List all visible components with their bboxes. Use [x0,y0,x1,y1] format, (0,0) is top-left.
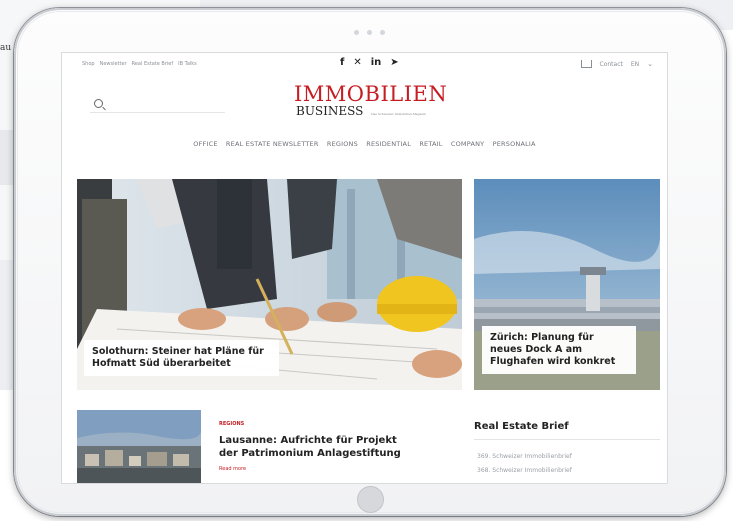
nav-item-personalia[interactable]: PERSONALIA [493,140,536,148]
nav-item-regions[interactable]: REGIONS [327,140,358,148]
top-link-ib-talks[interactable]: IB Talks [178,61,197,67]
camera-dot [367,30,372,35]
social-links: f ✕ in ➤ [340,57,399,68]
article-category[interactable]: REGIONS [219,421,244,427]
twitter-icon[interactable]: ➤ [390,57,398,68]
article-thumbnail[interactable] [77,410,201,483]
nav-item-retail[interactable]: RETAIL [419,140,442,148]
top-link-shop[interactable]: Shop [82,61,95,67]
xing-icon[interactable]: ✕ [353,57,361,68]
camera-dot [380,30,385,35]
linkedin-icon[interactable]: in [371,57,382,68]
search-icon[interactable] [94,99,103,108]
article-read-more-link[interactable]: Read more [219,466,246,472]
real-estate-brief-item[interactable]: 368. Schweizer Immobilienbrief [477,467,572,474]
hero-side-article[interactable]: Zürich: Planung für neues Dock A am Flug… [474,179,660,390]
background-text-fragment: au [0,43,12,53]
nav-item-real-estate-newsletter[interactable]: REAL ESTATE NEWSLETTER [226,140,319,148]
top-link-real-estate-brief[interactable]: Real Estate Brief [132,61,174,67]
hero-side-caption[interactable]: Zürich: Planung für neues Dock A am Flug… [482,326,636,374]
logo-line-1: IMMOBILIEN [294,82,448,106]
contact-link[interactable]: Contact [600,61,623,68]
top-bar: Shop Newsletter Real Estate Brief IB Tal… [62,53,667,75]
logo-line-2: BUSINESS Das Schweizer Immobilien-Magazi… [296,105,454,120]
camera-dot [354,30,359,35]
top-link-newsletter[interactable]: Newsletter [100,61,127,67]
article-thumbnail-image [77,410,201,483]
chevron-down-icon[interactable]: ⌄ [647,60,653,68]
top-links: Shop Newsletter Real Estate Brief IB Tal… [82,61,197,67]
logo-tagline: Das Schweizer Immobilien-Magazin [371,112,426,116]
real-estate-brief-heading: Real Estate Brief [474,421,569,432]
tablet-screen: Shop Newsletter Real Estate Brief IB Tal… [61,52,668,484]
top-right-controls: Contact EN ⌄ [580,60,653,68]
cart-icon[interactable] [580,60,592,68]
article-title[interactable]: Lausanne: Aufrichte für Projekt der Patr… [219,434,419,460]
home-button[interactable] [357,486,384,513]
camera-dots [354,30,385,35]
logo-line-2-text: BUSINESS [296,104,364,118]
real-estate-brief-divider [474,439,660,440]
language-selector[interactable]: EN [631,61,639,68]
nav-item-residential[interactable]: RESIDENTIAL [366,140,411,148]
nav-item-office[interactable]: OFFICE [193,140,217,148]
hero-main-caption[interactable]: Solothurn: Steiner hat Pläne für Hofmatt… [84,340,279,376]
main-nav: OFFICE REAL ESTATE NEWSLETTER REGIONS RE… [62,140,667,148]
hero-main-article[interactable]: Solothurn: Steiner hat Pläne für Hofmatt… [77,179,462,390]
search-field[interactable] [90,98,225,113]
nav-item-company[interactable]: COMPANY [451,140,484,148]
real-estate-brief-item[interactable]: 369. Schweizer Immobilienbrief [477,453,572,460]
facebook-icon[interactable]: f [340,57,344,68]
site-logo[interactable]: IMMOBILIEN BUSINESS Das Schweizer Immobi… [294,84,454,120]
